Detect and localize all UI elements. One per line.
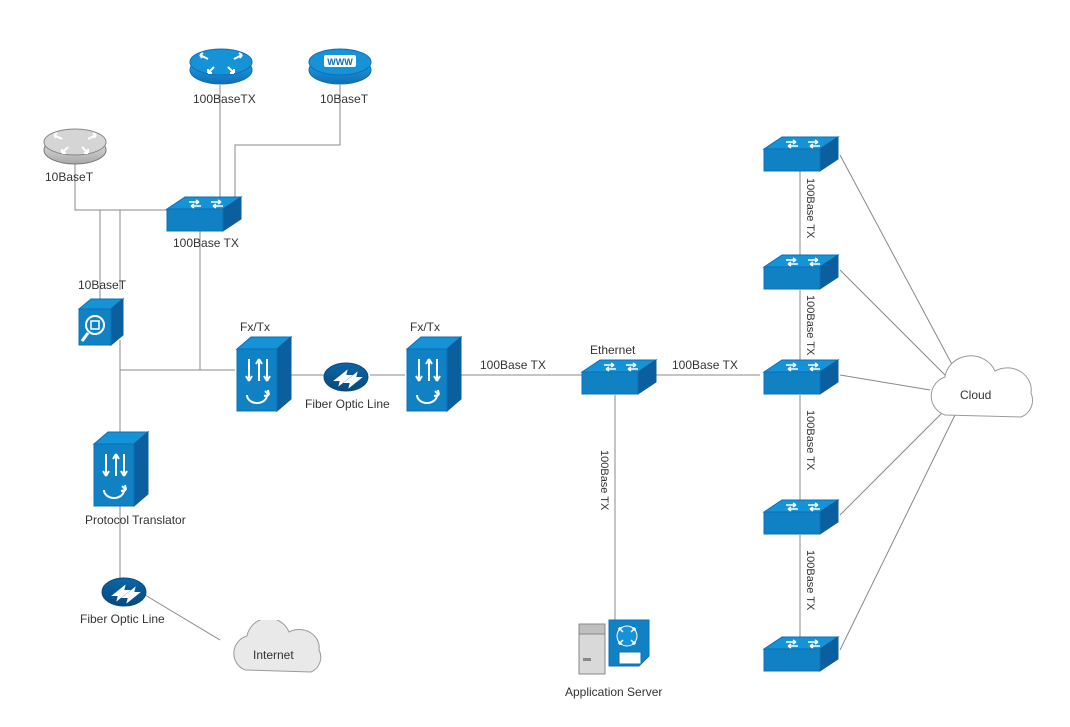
magnifier-label: 10BaseT (78, 278, 126, 292)
diagram-canvas: 10BaseT 100BaseTX WWW 10BaseT 10BaseT (0, 0, 1070, 727)
router-blue-label: 100BaseTX (193, 92, 256, 106)
switch-r1-icon (762, 135, 832, 175)
edge-label-1: 100Base TX (480, 358, 546, 372)
fiber1-icon (322, 360, 362, 388)
svg-text:WWW: WWW (327, 57, 353, 67)
switch-r2-icon (762, 253, 832, 293)
router-gray-icon (42, 125, 108, 163)
proto-translator-label: Protocol Translator (85, 513, 186, 527)
switch-left-label: 100Base TX (173, 236, 239, 250)
switch-r3-icon (762, 358, 832, 398)
app-server-icon (575, 612, 655, 685)
fxtx1-icon (233, 335, 289, 405)
router-www-icon: WWW (307, 45, 373, 83)
fiber2-icon (100, 575, 140, 603)
edge-label-2: 100Base TX (672, 358, 738, 372)
edge-label-v4: 100Base TX (804, 410, 816, 470)
edge-label-v2: 100Base TX (804, 178, 816, 238)
switch-left-icon (165, 195, 235, 235)
switch-r5-icon (762, 635, 832, 675)
fxtx2-icon (403, 335, 459, 405)
fxtx1-label: Fx/Tx (240, 320, 270, 334)
edge-label-v1: 100Base TX (598, 450, 610, 510)
edge-label-v3: 100Base TX (804, 295, 816, 355)
cloud-label: Cloud (960, 388, 991, 402)
switch-ethernet-icon (580, 358, 650, 398)
router-blue-icon (188, 45, 254, 83)
proto-translator-icon (90, 430, 146, 500)
magnifier-cube-icon (75, 295, 125, 345)
router-www-label: 10BaseT (320, 92, 368, 106)
switch-r4-icon (762, 498, 832, 538)
fiber2-label: Fiber Optic Line (80, 612, 165, 626)
fiber1-label: Fiber Optic Line (305, 397, 390, 411)
switch-ethernet-label: Ethernet (590, 343, 635, 357)
edge-label-v5: 100Base TX (804, 550, 816, 610)
internet-label: Internet (253, 648, 294, 662)
router-gray-label: 10BaseT (45, 170, 93, 184)
fxtx2-label: Fx/Tx (410, 320, 440, 334)
app-server-label: Application Server (565, 685, 662, 699)
